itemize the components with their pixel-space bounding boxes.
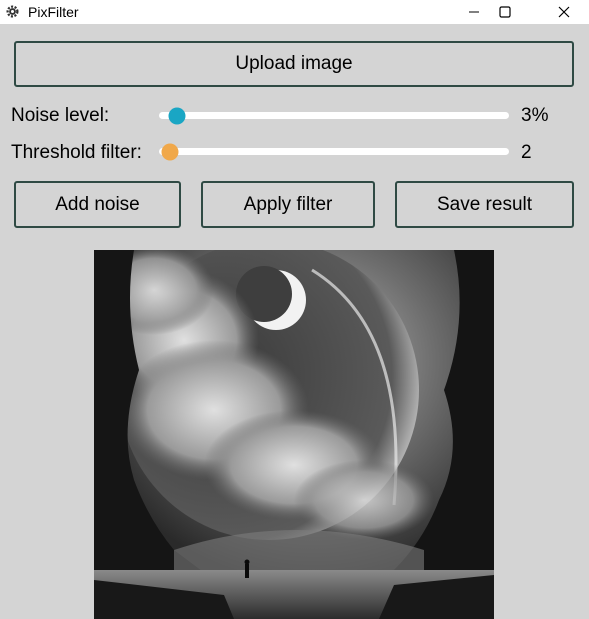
- maximize-icon: [499, 6, 511, 18]
- landscape-image: [94, 250, 494, 619]
- minimize-icon: [469, 11, 479, 13]
- save-result-button[interactable]: Save result: [395, 181, 574, 228]
- close-icon: [558, 6, 570, 18]
- add-noise-button[interactable]: Add noise: [14, 181, 181, 228]
- window-title: PixFilter: [28, 4, 79, 20]
- threshold-filter-slider[interactable]: [159, 143, 509, 160]
- threshold-filter-value: 2: [521, 142, 532, 163]
- gear-icon: [6, 5, 19, 18]
- threshold-filter-label: Threshold filter:: [11, 142, 142, 163]
- noise-level-value: 3%: [521, 105, 549, 126]
- noise-level-slider-thumb[interactable]: [168, 107, 185, 124]
- noise-level-label: Noise level:: [11, 105, 110, 126]
- noise-level-slider[interactable]: [159, 107, 509, 124]
- threshold-filter-slider-thumb[interactable]: [161, 143, 178, 160]
- maximize-button[interactable]: [482, 0, 528, 24]
- upload-image-button[interactable]: Upload image: [14, 41, 574, 87]
- title-bar: PixFilter: [0, 0, 589, 24]
- close-button[interactable]: [541, 0, 587, 24]
- image-preview: [94, 250, 494, 619]
- apply-filter-button[interactable]: Apply filter: [201, 181, 375, 228]
